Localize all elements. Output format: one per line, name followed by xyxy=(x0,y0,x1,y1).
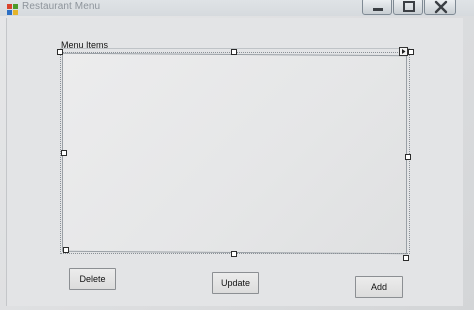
update-button[interactable]: Update xyxy=(212,272,259,294)
resize-handle-bottom-left[interactable] xyxy=(63,247,69,253)
resize-handle-middle-left[interactable] xyxy=(61,150,67,156)
maximize-icon xyxy=(403,1,415,12)
delete-button[interactable]: Delete xyxy=(69,268,116,290)
add-button[interactable]: Add xyxy=(355,276,403,298)
main-window: Restaurant Menu Menu Items Delete Update… xyxy=(0,0,474,310)
menu-items-listbox[interactable] xyxy=(62,52,407,255)
resize-handle-middle-right[interactable] xyxy=(405,154,411,160)
close-icon xyxy=(434,0,448,14)
title-bar[interactable]: Restaurant Menu xyxy=(0,0,474,16)
resize-handle-bottom-right[interactable] xyxy=(403,255,409,261)
smart-tag-button[interactable] xyxy=(399,47,408,56)
resize-handle-bottom-center[interactable] xyxy=(231,251,237,257)
app-icon xyxy=(7,2,19,15)
smart-tag-arrow-icon xyxy=(402,49,406,54)
resize-handle-top-right[interactable] xyxy=(408,49,414,55)
maximize-button[interactable] xyxy=(393,0,423,15)
resize-handle-top-center[interactable] xyxy=(231,49,237,55)
close-button[interactable] xyxy=(424,0,456,15)
resize-handle-top-left[interactable] xyxy=(57,49,63,55)
minimize-button[interactable] xyxy=(362,0,392,15)
menu-items-label: Menu Items xyxy=(61,40,109,50)
window-title: Restaurant Menu xyxy=(22,1,101,12)
minimize-icon xyxy=(373,8,383,11)
